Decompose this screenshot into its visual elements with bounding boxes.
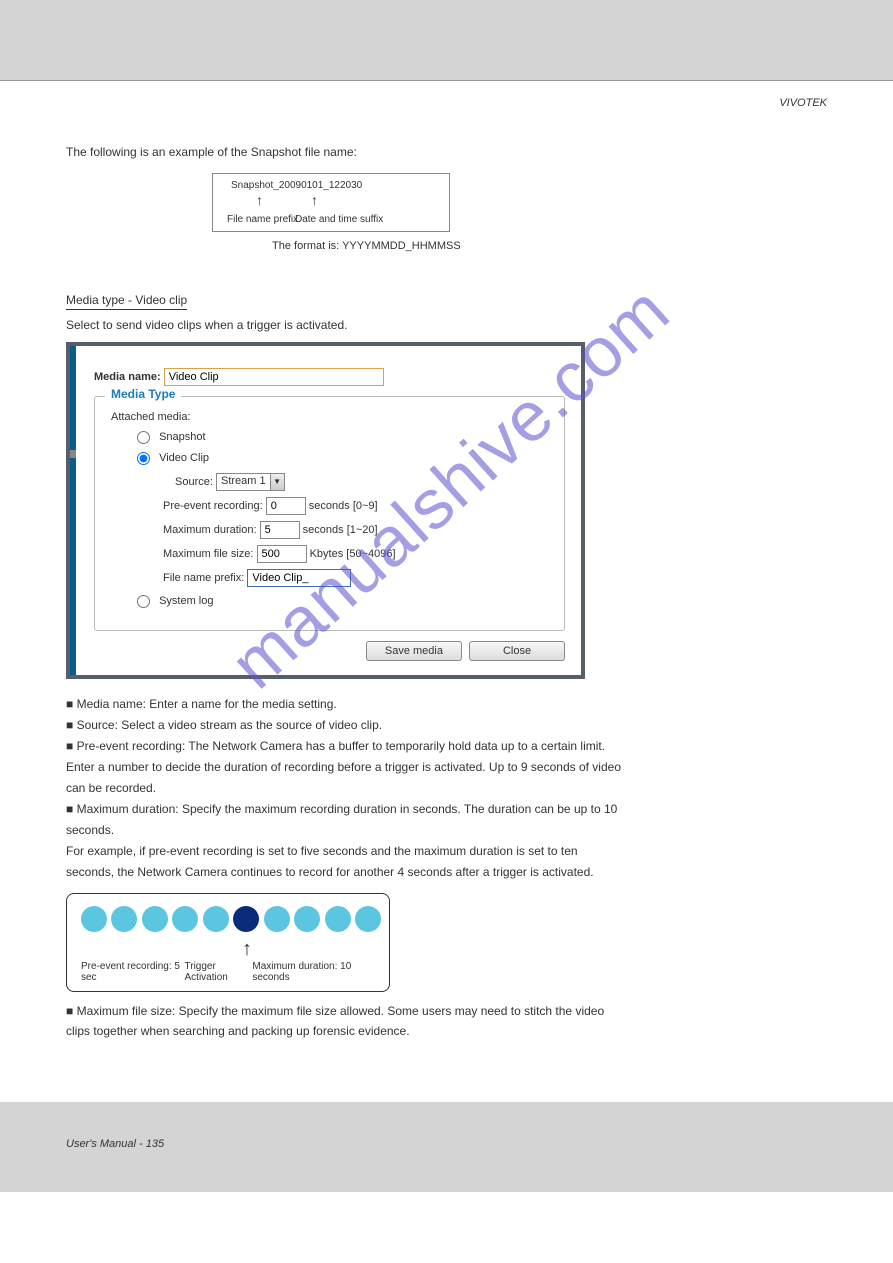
preevent-label: Pre-event recording: — [163, 499, 263, 511]
buffer-circle — [203, 906, 229, 932]
footer: User's Manual - 135 — [0, 1102, 893, 1192]
buffer-chart: ↑ Pre-event recording: 5 sec Trigger Act… — [66, 893, 390, 992]
media-name-label: Media name: — [94, 370, 161, 382]
maxdur-suffix: seconds [1~20] — [303, 523, 378, 535]
preevent-suffix: seconds [0~9] — [309, 499, 378, 511]
dialog-accent — [70, 346, 76, 675]
source-value: Stream 1 — [217, 474, 270, 488]
videoclip-radio[interactable] — [137, 452, 150, 465]
def-example: For example, if pre-event recording is s… — [66, 842, 827, 860]
def-source: ■ Source: Select a video stream as the s… — [66, 716, 827, 734]
prefix-input[interactable] — [247, 569, 351, 587]
preevent-chart-label: Pre-event recording: 5 sec — [81, 961, 185, 983]
maxfs-input[interactable] — [257, 545, 307, 563]
videoclip-label: Video Clip — [159, 452, 209, 464]
top-banner — [0, 0, 893, 80]
snapshot-label: Snapshot — [159, 431, 205, 443]
buffer-circles — [81, 906, 375, 937]
brand-name: VIVOTEK — [66, 97, 827, 109]
buffer-circle — [81, 906, 107, 932]
trigger-chart-label: Trigger Activation — [185, 961, 253, 983]
filename-example-box: Snapshot_20090101_122030 ↑ ↑ File name p… — [212, 173, 450, 232]
arrow-up-icon: ↑ — [256, 192, 263, 208]
section-title: Media type - Video clip — [66, 293, 187, 310]
date-format-note: The format is: YYYYMMDD_HHMMSS — [272, 238, 827, 255]
def-pre-1: ■ Pre-event recording: The Network Camer… — [66, 737, 827, 755]
intro-text: The following is an example of the Snaps… — [66, 143, 827, 161]
def-pre-2: Enter a number to decide the duration of… — [66, 758, 827, 776]
maxfs-label: Maximum file size: — [163, 547, 253, 559]
buffer-circle — [294, 906, 320, 932]
footer-page-label: User's Manual - 135 — [66, 1138, 164, 1150]
filename-part2: Date and time suffix — [295, 214, 383, 225]
systemlog-label: System log — [159, 595, 213, 607]
buffer-circle — [142, 906, 168, 932]
media-name-input[interactable] — [164, 368, 384, 386]
buffer-circle — [355, 906, 381, 932]
media-type-legend: Media Type — [105, 387, 181, 401]
media-type-fieldset: Media Type Attached media: Snapshot Vide… — [94, 396, 565, 631]
def-example-2: seconds, the Network Camera continues to… — [66, 863, 827, 881]
source-select[interactable]: Stream 1▼ — [216, 473, 285, 491]
save-media-button[interactable]: Save media — [366, 641, 462, 661]
maxdur-input[interactable] — [260, 521, 300, 539]
section-subtext: Select to send video clips when a trigge… — [66, 318, 827, 332]
def-maxd: ■ Maximum duration: Specify the maximum … — [66, 800, 827, 818]
preevent-input[interactable] — [266, 497, 306, 515]
buffer-circle — [325, 906, 351, 932]
def-maxd-2: seconds. — [66, 821, 827, 839]
trigger-circle — [233, 906, 259, 932]
arrow-up-icon: ↑ — [311, 192, 318, 208]
buffer-circle — [111, 906, 137, 932]
def-media-name: ■ Media name: Enter a name for the media… — [66, 695, 827, 713]
def-maxfs-2: clips together when searching and packin… — [66, 1022, 827, 1040]
maxfs-suffix: Kbytes [50~4096] — [310, 547, 396, 559]
def-pre-3: can be recorded. — [66, 779, 827, 797]
snapshot-radio[interactable] — [137, 431, 150, 444]
arrow-up-icon: ↑ — [242, 938, 252, 961]
attached-media-label: Attached media: — [111, 411, 550, 423]
header-divider — [0, 80, 893, 81]
systemlog-radio[interactable] — [137, 595, 150, 608]
definitions: ■ Media name: Enter a name for the media… — [66, 695, 827, 881]
filename-part1: File name prefix — [227, 214, 298, 225]
filename-example: Snapshot_20090101_122030 — [231, 180, 362, 191]
maxdur-label: Maximum duration: — [163, 523, 257, 535]
media-dialog: Media name: Media Type Attached media: S… — [66, 342, 585, 679]
prefix-label: File name prefix: — [163, 571, 244, 583]
close-button[interactable]: Close — [469, 641, 565, 661]
buffer-circle — [264, 906, 290, 932]
buffer-circle — [172, 906, 198, 932]
source-label: Source: — [175, 475, 213, 487]
def-maxfs: ■ Maximum file size: Specify the maximum… — [66, 1002, 827, 1020]
dialog-accent-gray — [70, 450, 76, 458]
chevron-down-icon: ▼ — [270, 474, 284, 490]
maxdur-chart-label: Maximum duration: 10 seconds — [252, 961, 375, 983]
